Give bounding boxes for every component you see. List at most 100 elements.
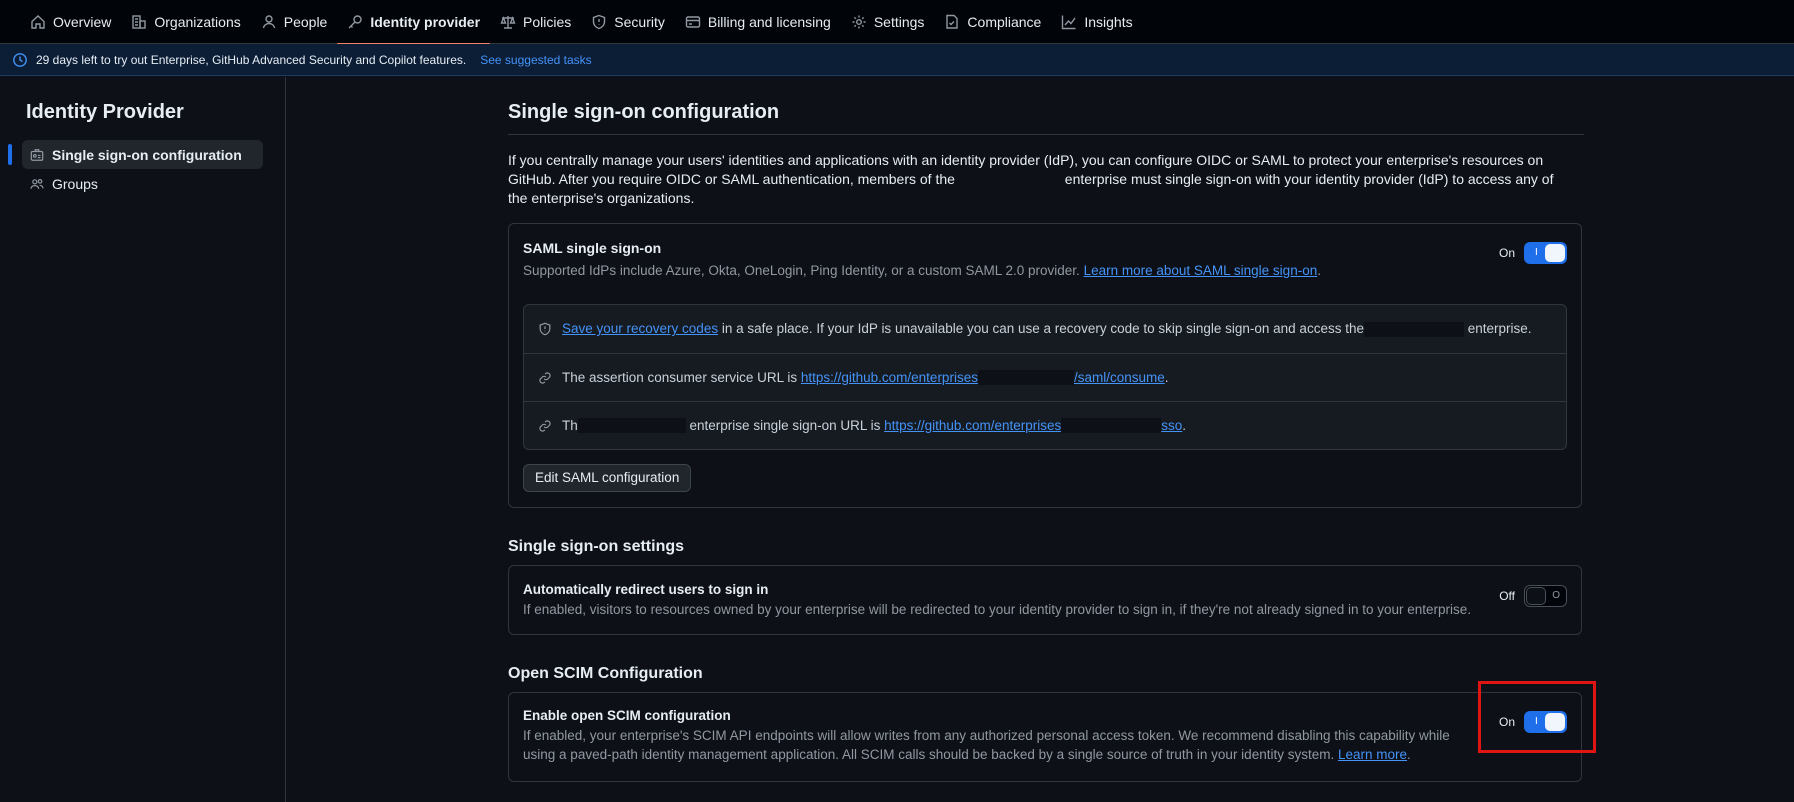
sso-intro-text: If you centrally manage your users' iden…	[508, 151, 1576, 208]
auto-redirect-toggle-label: Off	[1499, 589, 1515, 603]
acs-url-part-2: /saml/consume	[1073, 369, 1165, 385]
recovery-codes-body: in a safe place. If your IdP is unavaila…	[721, 321, 1364, 337]
sidebar-item-label: Groups	[52, 175, 98, 192]
redacted-enterprise-slug	[977, 370, 1074, 386]
nav-label: Billing and licensing	[707, 14, 831, 30]
recovery-codes-text: Save your recovery codes in a safe place…	[562, 321, 1532, 337]
person-icon	[262, 15, 275, 29]
shield-icon	[593, 14, 606, 30]
nav-overview[interactable]: Overview	[20, 0, 121, 44]
nav-security[interactable]: Security	[581, 0, 675, 44]
nav-organizations[interactable]: Organizations	[121, 0, 250, 44]
sso-url-row: Th enterprise single sign-on URL is http…	[524, 401, 1566, 449]
sso-url-part-1: https://github.com/enterprises	[884, 417, 1062, 433]
recovery-codes-suffix: enterprise.	[1467, 321, 1532, 337]
nav-compliance[interactable]: Compliance	[934, 0, 1051, 44]
redacted-enterprise-name	[954, 173, 1061, 188]
acs-url-label: The assertion consumer service URL is	[562, 369, 798, 385]
saml-learn-more-link[interactable]: Learn more about SAML single sign-on	[1084, 263, 1318, 278]
redacted-enterprise-slug	[1061, 418, 1162, 434]
auto-redirect-toggle-group: Off O	[1499, 585, 1567, 607]
sidebar-item-sso-configuration[interactable]: Single sign-on configuration	[8, 140, 263, 169]
organization-icon	[132, 15, 147, 29]
toggle-knob	[1526, 587, 1546, 605]
page-title: Single sign-on configuration	[508, 77, 1584, 135]
toggle-knob	[1545, 713, 1565, 731]
auto-redirect-box: Automatically redirect users to sign in …	[508, 565, 1582, 635]
scim-desc-part-2: a paved-path identity management applica…	[559, 747, 1335, 762]
saml-sso-description: Supported IdPs include Azure, Okta, OneL…	[523, 263, 1321, 278]
nav-label: Policies	[523, 14, 572, 30]
open-scim-title: Open SCIM Configuration	[508, 665, 703, 682]
key-icon	[348, 15, 363, 29]
open-scim-toggle[interactable]: I	[1524, 711, 1567, 733]
main-content: Single sign-on configuration If you cent…	[508, 77, 1584, 782]
link-icon	[539, 419, 551, 432]
open-scim-enable-title: Enable open SCIM configuration	[523, 708, 731, 723]
auto-redirect-title: Automatically redirect users to sign in	[523, 582, 769, 597]
sidebar-item-groups[interactable]: Groups	[22, 169, 263, 198]
open-scim-toggle-group: On I	[1499, 711, 1567, 733]
saml-toggle-label: On	[1498, 246, 1515, 260]
acs-url-text: The assertion consumer service URL is ht…	[562, 369, 1169, 386]
link-icon	[539, 371, 551, 384]
nav-settings[interactable]: Settings	[841, 0, 935, 44]
suggested-tasks-link[interactable]: See suggested tasks	[480, 53, 591, 67]
nav-label: Identity provider	[370, 14, 481, 30]
nav-label: Overview	[53, 14, 112, 30]
nav-policies[interactable]: Policies	[490, 0, 581, 44]
acs-url-link[interactable]: https://github.com/enterprises/saml/cons…	[800, 369, 1165, 386]
saml-sso-box: SAML single sign-on Supported IdPs inclu…	[508, 223, 1582, 508]
nav-billing[interactable]: Billing and licensing	[675, 0, 841, 44]
checklist-icon	[946, 14, 959, 29]
shield-icon	[539, 322, 551, 336]
toggle-on-mark: I	[1535, 247, 1538, 258]
saml-supported-idps: Supported IdPs include Azure, Okta, OneL…	[523, 263, 1080, 278]
nav-insights[interactable]: Insights	[1051, 0, 1142, 44]
open-scim-toggle-label: On	[1498, 715, 1515, 729]
open-scim-box: Enable open SCIM configuration If enable…	[508, 692, 1582, 782]
sso-url-part-2: sso	[1161, 417, 1183, 433]
toggle-knob	[1545, 244, 1565, 262]
save-recovery-codes-link[interactable]: Save your recovery codes	[562, 321, 718, 336]
saml-toggle-group: On I	[1499, 242, 1567, 264]
home-icon	[31, 15, 45, 29]
redacted-enterprise-name	[1363, 321, 1464, 337]
sso-settings-title: Single sign-on settings	[508, 538, 685, 555]
sso-url-prefix: Th	[562, 417, 578, 433]
gear-icon	[852, 15, 866, 29]
law-icon	[500, 16, 516, 29]
nav-label: Organizations	[154, 14, 241, 30]
nav-identity-provider[interactable]: Identity provider	[337, 0, 490, 45]
edit-saml-configuration-button[interactable]: Edit SAML configuration	[523, 464, 692, 492]
sidebar-title: Identity Provider	[26, 101, 184, 123]
identity-provider-sidebar: Identity Provider Single sign-on configu…	[0, 77, 286, 802]
trial-banner: 29 days left to try out Enterprise, GitH…	[0, 44, 1794, 76]
saml-sso-toggle[interactable]: I	[1524, 242, 1567, 264]
nav-people[interactable]: People	[251, 0, 338, 44]
auto-redirect-description: If enabled, visitors to resources owned …	[523, 602, 1472, 617]
sso-url-text: Th enterprise single sign-on URL is http…	[562, 417, 1187, 434]
credit-card-icon	[685, 16, 701, 28]
clock-icon	[13, 52, 27, 67]
trial-banner-text: 29 days left to try out Enterprise, GitH…	[36, 52, 467, 67]
toggle-on-mark: I	[1535, 716, 1538, 727]
sso-url-label: enterprise single sign-on URL is	[689, 417, 881, 433]
sidebar-item-label: Single sign-on configuration	[52, 146, 242, 163]
auto-redirect-toggle[interactable]: O	[1524, 585, 1567, 607]
toggle-off-mark: O	[1552, 590, 1560, 601]
enterprise-top-nav: Overview Organizations People Identity p…	[0, 0, 1794, 45]
id-badge-icon	[30, 148, 44, 161]
nav-label: Settings	[873, 14, 925, 30]
sso-url-link[interactable]: https://github.com/enterprises sso	[884, 417, 1183, 434]
saml-sso-title: SAML single sign-on	[523, 240, 662, 256]
recovery-codes-row: Save your recovery codes in a safe place…	[524, 305, 1566, 353]
nav-label: Compliance	[967, 14, 1042, 30]
graph-icon	[1062, 15, 1076, 30]
scim-learn-more-link[interactable]: Learn more	[1338, 747, 1407, 762]
acs-url-row: The assertion consumer service URL is ht…	[524, 353, 1566, 401]
acs-url-part-1: https://github.com/enterprises	[800, 369, 978, 385]
saml-info-list: Save your recovery codes in a safe place…	[523, 304, 1567, 450]
people-icon	[30, 178, 44, 189]
open-scim-description: If enabled, your enterprise's SCIM API e…	[523, 728, 1450, 762]
